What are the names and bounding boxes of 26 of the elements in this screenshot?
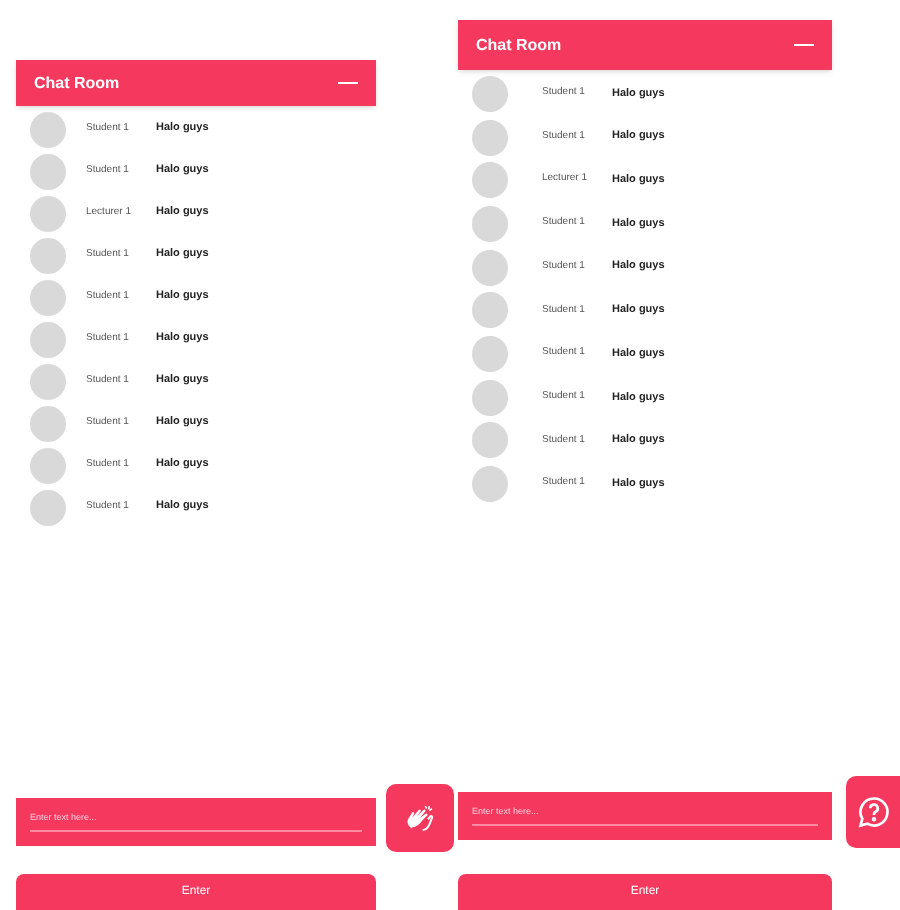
avatar	[30, 111, 66, 147]
avatar	[30, 153, 66, 189]
avatar	[30, 321, 66, 357]
avatar	[472, 379, 508, 416]
avatar	[30, 447, 66, 483]
avatar	[30, 237, 66, 273]
avatar	[472, 119, 508, 156]
avatar	[472, 292, 508, 329]
avatar	[472, 75, 508, 112]
avatar	[30, 489, 66, 525]
avatar	[472, 422, 508, 459]
avatar	[30, 195, 66, 231]
avatar	[472, 162, 508, 199]
avatar	[30, 405, 66, 441]
reaction-button[interactable]	[386, 784, 454, 852]
avatar	[472, 249, 508, 286]
chat-title: Chat Room	[34, 71, 120, 95]
chat-title: Chat Room	[476, 33, 562, 57]
avatar	[472, 466, 508, 503]
avatar	[472, 205, 508, 242]
avatar	[30, 363, 66, 399]
avatar	[30, 279, 66, 315]
help-button[interactable]	[846, 776, 900, 848]
help-chat-icon	[855, 794, 891, 830]
avatar	[472, 335, 508, 372]
clapping-hands-icon	[404, 802, 436, 834]
